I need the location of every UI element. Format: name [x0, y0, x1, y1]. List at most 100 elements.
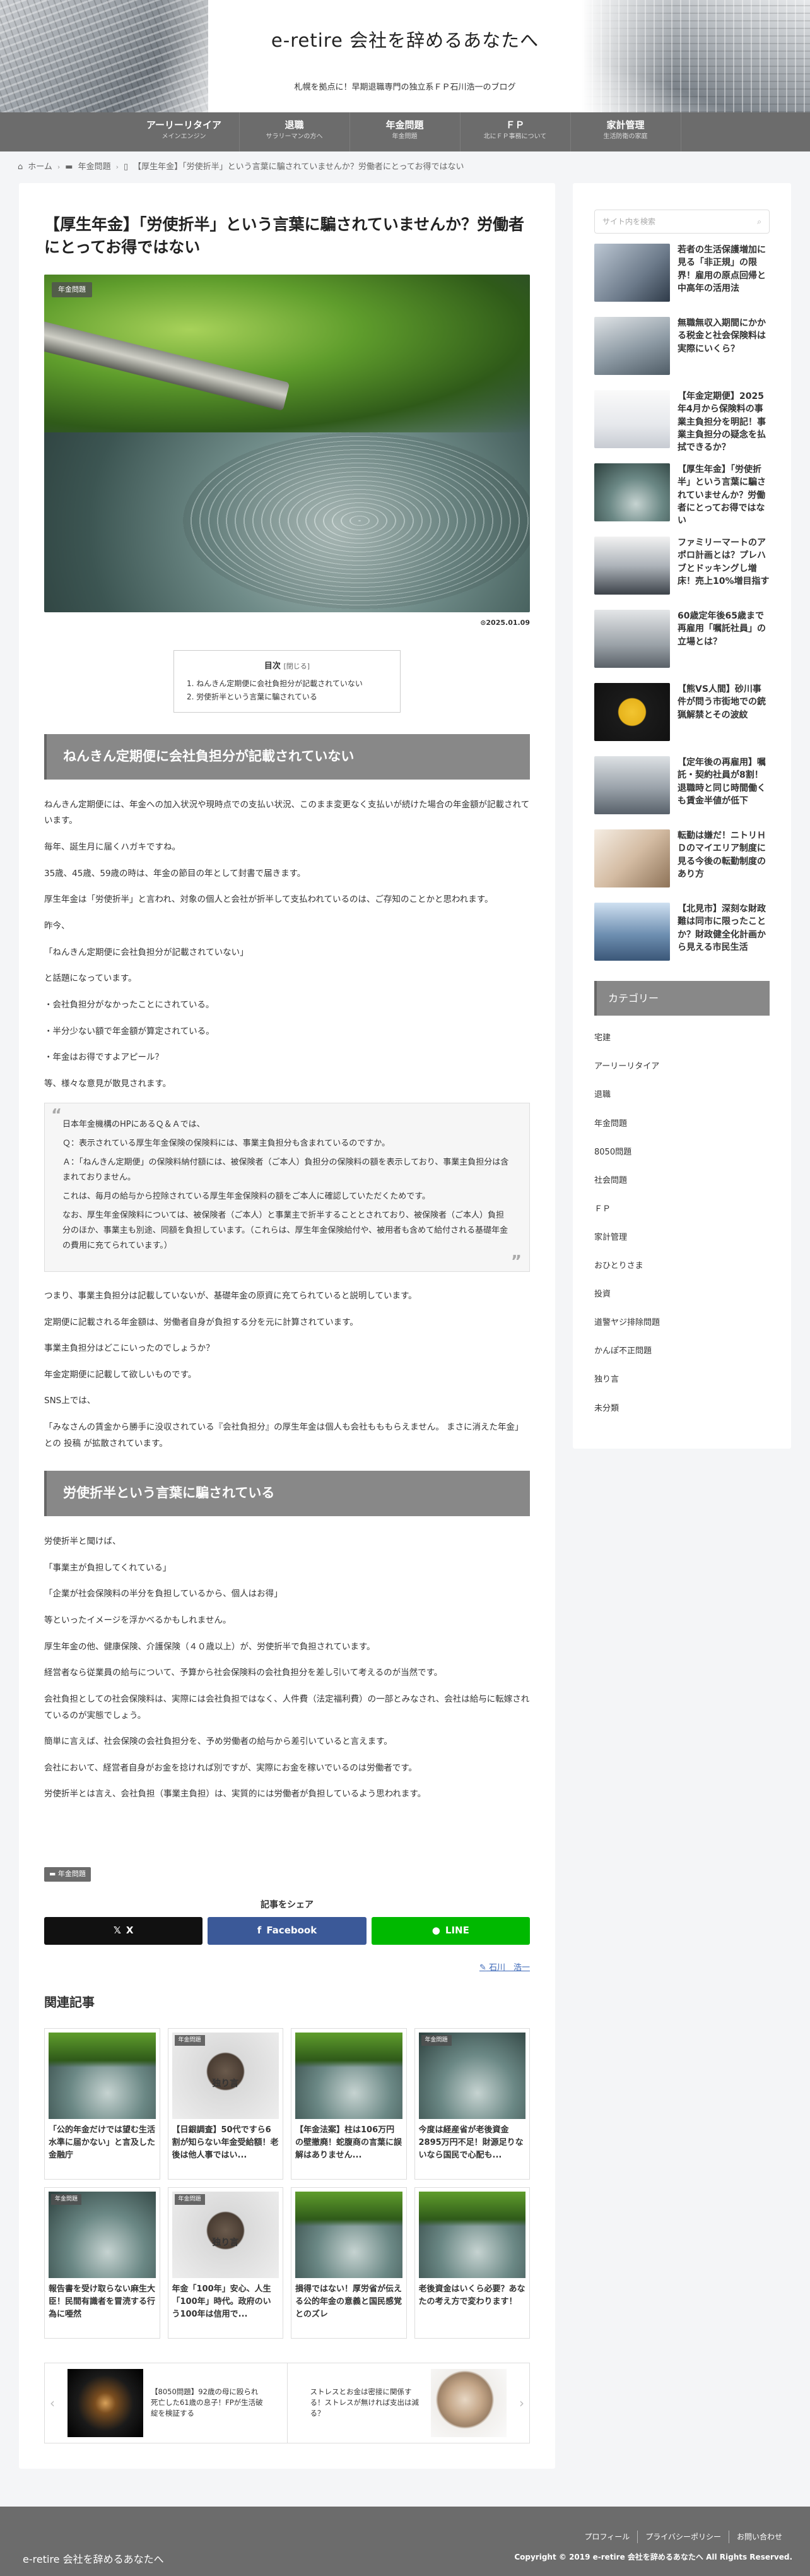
- related-badge: 年金問題: [51, 2193, 82, 2205]
- nav-item-retirement[interactable]: 退職 サラリーマンの方へ: [240, 112, 350, 151]
- popular-post[interactable]: 【定年後の再雇用】嘱託・契約社員が8割！退職時と同じ時間働くも賃金半値が低下: [594, 756, 770, 819]
- popular-post[interactable]: ファミリーマートのアポロ計画とは？プレハブとドッキングし増床！売上10%増目指す: [594, 537, 770, 600]
- nav-item-pension[interactable]: 年金問題 年金問題: [350, 112, 461, 151]
- popular-title: 【年金定期便】2025年4月から保険料の事業主負担分を明記！事業主負担分の疑念を…: [678, 391, 766, 453]
- footer-link-privacy[interactable]: プライバシーポリシー: [637, 2530, 729, 2544]
- share-x-button[interactable]: 𝕏X: [44, 1916, 203, 1945]
- category-item[interactable]: アーリーリタイア: [594, 1053, 770, 1081]
- quote-close-icon: ”: [510, 1252, 522, 1271]
- share-buttons: 𝕏X f Facebook ● LINE: [44, 1916, 530, 1945]
- category-item[interactable]: 退職: [594, 1081, 770, 1110]
- site-header: e-retire 会社を辞めるあなたへ 札幌を拠点に！早期退職専門の独立系ＦＰ石…: [0, 0, 810, 112]
- category-item[interactable]: 独り言: [594, 1366, 770, 1394]
- share-facebook-button[interactable]: f Facebook: [208, 1916, 367, 1945]
- popular-title: 【定年後の再雇用】嘱託・契約社員が8割！退職時と同じ時間働くも賃金半値が低下: [678, 757, 766, 806]
- popular-title: 転勤は嫌だ！ニトリＨＤのマイエリア制度に見る今後の転勤制度のあり方: [678, 831, 766, 879]
- category-item[interactable]: 投資: [594, 1281, 770, 1309]
- popular-post[interactable]: 【熊VS人間】砂川事件が問う市街地での銃猟解禁とその波紋: [594, 683, 770, 746]
- site-title[interactable]: e-retire 会社を辞めるあなたへ: [0, 25, 810, 56]
- paragraph: ・半分少ない額で年金額が算定されている。: [44, 1026, 214, 1036]
- related-card[interactable]: 年金問題報告書を受け取らない麻生大臣！民間有識者を冒涜する行為に唖然: [44, 2187, 160, 2339]
- nav-item-early-retire[interactable]: アーリーリタイア メインエンジン: [129, 112, 240, 151]
- breadcrumb-home[interactable]: ホーム: [28, 160, 52, 174]
- popular-post[interactable]: 転勤は嫌だ！ニトリＨＤのマイエリア制度に見る今後の転勤制度のあり方: [594, 829, 770, 893]
- chevron-left-icon[interactable]: ‹: [50, 2392, 55, 2414]
- popular-thumbnail: [594, 244, 670, 302]
- category-item[interactable]: おひとりさま: [594, 1252, 770, 1281]
- file-icon: ▯: [124, 162, 129, 172]
- author-link[interactable]: ✎ 石川 浩一: [44, 1961, 530, 1975]
- toc-toggle[interactable]: [閉じる]: [283, 662, 310, 670]
- category-item[interactable]: 道警ヤジ排除問題: [594, 1309, 770, 1338]
- footer-logo[interactable]: e-retire 会社を辞めるあなたへ: [23, 2551, 164, 2568]
- popular-posts: 若者の生活保護増加に見る「非正規」の限界！雇用の原点回帰と中高年の活用法 無職無収…: [594, 244, 770, 966]
- popular-post[interactable]: 60歳定年後65歳まで再雇用「嘱託社員」の立場とは？: [594, 610, 770, 673]
- global-nav: アーリーリタイア メインエンジン 退職 サラリーマンの方へ 年金問題 年金問題 ＦＰ 北…: [0, 112, 810, 151]
- toc-item[interactable]: 1. ねんきん定期便に会社負担分が記載されていない: [187, 677, 387, 690]
- popular-post[interactable]: 若者の生活保護増加に見る「非正規」の限界！雇用の原点回帰と中高年の活用法: [594, 244, 770, 307]
- related-card[interactable]: 年金問題 【年金法案】柱は106万円の壁撤廃！蛇腹商の言葉に誤解はありません...: [291, 2027, 407, 2180]
- blockquote: “ 日本年金機構のHPにあるＱ＆Ａでは、 Ｑ：表示されている厚生年金保険の保険料に…: [44, 1102, 530, 1272]
- chevron-right-icon: ›: [57, 162, 61, 171]
- paragraph: 35歳、45歳、59歳の時は、年金の節目の年として封書で届きます。: [44, 868, 306, 879]
- category-item[interactable]: 8050問題: [594, 1139, 770, 1167]
- category-item[interactable]: ＦＰ: [594, 1196, 770, 1224]
- site-tagline: 札幌を拠点に！早期退職専門の独立系ＦＰ石川浩一のブログ: [294, 83, 516, 92]
- popular-post[interactable]: 【年金定期便】2025年4月から保険料の事業主負担分を明記！事業主負担分の疑念を…: [594, 390, 770, 453]
- related-title-text: 報告書を受け取らない麻生大臣！民間有識者を冒涜する行為に唖然: [49, 2284, 156, 2319]
- toc-item[interactable]: 2. 労使折半という言葉に騙されている: [187, 691, 387, 703]
- paragraph: 会社負担としての社会保険料は、実際には会社負担ではなく、人件費（法定福利費）の一…: [44, 1694, 530, 1721]
- popular-title: ファミリーマートのアポロ計画とは？プレハブとドッキングし増床！売上10%増目指す: [678, 538, 770, 586]
- related-title-text: 今度は経産省が老後資金2895万円不足！財源足りないなら国民で心配も...: [418, 2125, 524, 2160]
- paragraph: SNS上では、: [44, 1396, 96, 1406]
- breadcrumb-category[interactable]: 年金問題: [78, 160, 111, 174]
- nav-item-fp[interactable]: ＦＰ 北にＦＰ事務について: [461, 112, 571, 151]
- related-card[interactable]: 年金問題老後資金はいくら必要？あなたの考え方で変わります！: [414, 2187, 530, 2339]
- next-post-link[interactable]: ストレスとお金は密接に関係する！ストレスが無ければ支出は減る？: [286, 2363, 530, 2443]
- category-item[interactable]: 社会問題: [594, 1167, 770, 1196]
- share-title: 記事をシェア: [261, 1899, 314, 1910]
- search-icon[interactable]: ⌕: [757, 215, 761, 228]
- nav-item-household[interactable]: 家計管理 生活防衛の家庭: [571, 112, 681, 151]
- prev-post-link[interactable]: 【8050問題】92歳の母に殴られ死亡した61歳の息子！FPが生活破綻を検証する: [45, 2363, 287, 2443]
- popular-post[interactable]: 【厚生年金】「労使折半」という言葉に騙されていませんか？労働者にとってお得ではな…: [594, 463, 770, 526]
- chevron-right-icon[interactable]: ›: [519, 2392, 524, 2414]
- related-badge: 年金問題: [298, 2193, 329, 2205]
- footer-link-profile[interactable]: プロフィール: [577, 2531, 637, 2543]
- paragraph: 「企業が社会保険料の半分を負担しているから、個人はお得」: [44, 1589, 283, 1600]
- related-card[interactable]: 年金問題 独り言 年金「100年」安心、人生「100年」時代。政府のいう100年は信…: [167, 2187, 283, 2339]
- footer-link-contact[interactable]: お問い合わせ: [728, 2530, 790, 2544]
- paragraph: 「ねんきん定期便に会社負担分が記載されていない」: [44, 947, 249, 958]
- related-badge: 年金問題: [174, 2034, 205, 2046]
- search-input[interactable]: サイト内を検索 ⌕: [594, 210, 770, 234]
- paragraph: 厚生年金は「労使折半」と言われ、対象の個人と会社が折半して支払われているのは、ご…: [44, 894, 493, 905]
- related-card[interactable]: 年金問題 今度は経産省が老後資金2895万円不足！財源足りないなら国民で心配も..…: [414, 2027, 530, 2180]
- category-item[interactable]: かんぽ不正問題: [594, 1338, 770, 1366]
- prev-next-nav: ‹ 【8050問題】92歳の母に殴られ死亡した61歳の息子！FPが生活破綻を検証…: [44, 2362, 530, 2443]
- related-card[interactable]: 年金問題 損得ではない！厚労省が伝える公的年金の意義と国民感覚とのズレ: [291, 2187, 407, 2339]
- paragraph: ねんきん定期便には、年金への加入状況や現時点での支払い状況、このまま変更なく支払…: [44, 799, 530, 826]
- category-item[interactable]: 年金問題: [594, 1110, 770, 1139]
- related-title-text: 老後資金はいくら必要？あなたの考え方で変わります！: [418, 2284, 525, 2306]
- popular-thumbnail: [594, 903, 670, 961]
- popular-post[interactable]: 【北見市】深刻な財政難は同市に限ったことか？財政健全化計画から見える市民生活: [594, 903, 770, 966]
- breadcrumb: ⌂ ホーム › ▬ 年金問題 › ▯ 【厚生年金】「労使折半」という言葉に騙され…: [0, 151, 810, 183]
- related-thumbnail: 年金問題: [418, 2191, 525, 2278]
- related-title-text: 【年金法案】柱は106万円の壁撤廃！蛇腹商の言葉に誤解はありません...: [295, 2125, 402, 2160]
- paragraph: 事業主負担分はどこにいったのでしょうか？: [44, 1343, 214, 1354]
- copyright: Copyright © 2019 e-retire 会社を辞めるあなたへ All…: [514, 2552, 792, 2561]
- category-item[interactable]: 家計管理: [594, 1224, 770, 1252]
- tag-link[interactable]: ▬ 年金問題: [44, 1867, 91, 1882]
- related-card[interactable]: 年金問題 独り言 【日銀調査】50代ですら6割が知らない年金受給額！老後は他人事では…: [167, 2027, 283, 2180]
- popular-thumbnail: [594, 317, 670, 376]
- popular-post[interactable]: 無職無収入期間にかかる税金と社会保険料は実際にいくら？: [594, 317, 770, 380]
- category-badge[interactable]: 年金問題: [52, 282, 92, 298]
- share-line-button[interactable]: ● LINE: [371, 1916, 530, 1945]
- related-card[interactable]: 年金問題 「公的年金だけでは望む生活水準に届かない」と言及した金融庁: [44, 2027, 160, 2180]
- popular-title: 60歳定年後65歳まで再雇用「嘱託社員」の立場とは？: [678, 611, 766, 647]
- related-thumbnail: 年金問題 独り言: [172, 2191, 279, 2278]
- category-item[interactable]: 未分類: [594, 1395, 770, 1423]
- category-item[interactable]: 宅建: [594, 1024, 770, 1053]
- sidebar: サイト内を検索 ⌕ 若者の生活保護増加に見る「非正規」の限界！雇用の原点回帰と中…: [573, 183, 791, 2469]
- related-thumbnail: 年金問題: [295, 2191, 402, 2278]
